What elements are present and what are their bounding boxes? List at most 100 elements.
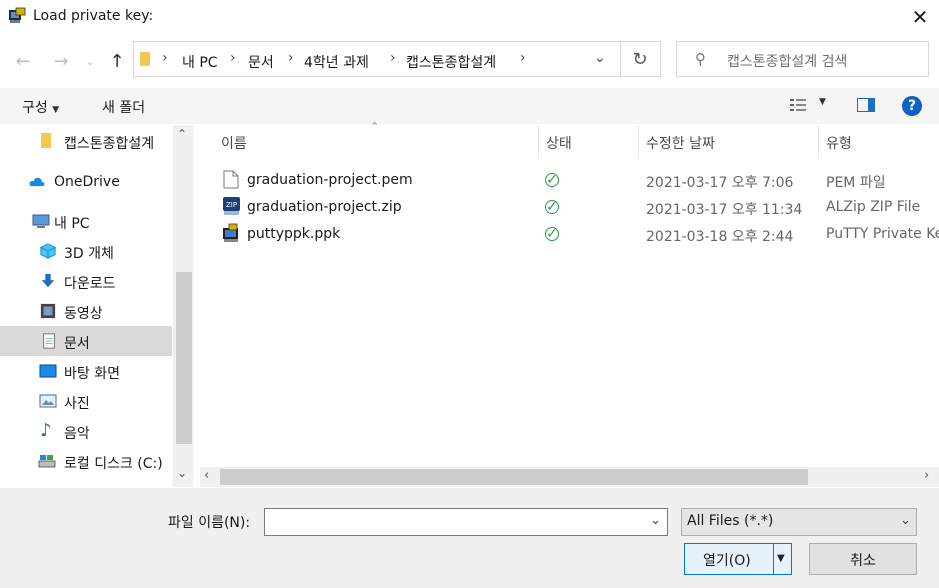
nav-item-3d-objects[interactable]: 3D 개체 (0, 236, 172, 266)
search-placeholder: 캡스톤종합설계 검색 (727, 54, 848, 70)
column-header-modified[interactable]: 수정한 날짜 (646, 133, 715, 153)
open-button[interactable]: 열기(O) ▼ (684, 543, 792, 575)
arrow-right-icon: → (53, 50, 69, 72)
sync-ok-icon: ✓ (545, 199, 559, 215)
window-title: Load private key: (33, 8, 154, 24)
svg-text:ZIP: ZIP (226, 201, 237, 209)
pictures-icon (39, 394, 57, 408)
new-folder-button[interactable]: 새 폴더 (102, 97, 145, 117)
file-icon (223, 170, 239, 189)
document-icon (43, 333, 55, 349)
breadcrumb-separator-icon: › (230, 50, 236, 66)
chevron-down-icon: ⌄ (900, 513, 911, 528)
nav-scrollbar-thumb[interactable] (176, 272, 192, 444)
refresh-icon: ↻ (632, 48, 648, 70)
arrow-up-icon: ↑ (109, 50, 125, 72)
navigation-pane: 캡스톤종합설계 OneDrive 내 PC 3D 개체 다운로드 동영상 문서 … (0, 125, 193, 487)
column-header-name[interactable]: 이름 (221, 133, 247, 153)
cloud-icon (29, 177, 45, 187)
breadcrumb-separator-icon: › (288, 50, 294, 66)
file-type-filter[interactable]: All Files (*.*) ⌄ (681, 508, 917, 536)
sync-ok-icon: ✓ (545, 226, 559, 242)
music-icon: ♪ (40, 420, 52, 441)
recent-locations-button[interactable]: ⌄ (80, 48, 100, 74)
nav-item-documents[interactable]: 문서 (0, 326, 172, 356)
nav-item-desktop[interactable]: 바탕 화면 (0, 356, 172, 386)
caret-down-icon: ▼ (52, 105, 60, 115)
help-button[interactable]: ? (902, 96, 922, 116)
organize-label: 구성 (22, 100, 48, 116)
split-divider (773, 544, 774, 574)
breadcrumb-item[interactable]: 4학년 과제 (304, 52, 369, 72)
address-dropdown-icon[interactable]: ⌄ (594, 50, 606, 66)
column-header-type[interactable]: 유형 (826, 133, 852, 153)
scroll-up-icon[interactable]: ⌃ (177, 127, 187, 141)
nav-item-downloads[interactable]: 다운로드 (0, 266, 172, 296)
sync-ok-icon: ✓ (545, 172, 559, 188)
breadcrumb-item[interactable]: 문서 (248, 52, 274, 72)
caret-down-icon[interactable]: ▼ (777, 553, 785, 564)
desktop-icon (39, 364, 57, 378)
forward-button[interactable]: → (48, 48, 74, 74)
nav-item-this-pc[interactable]: 내 PC (0, 206, 172, 236)
nav-item-capstone[interactable]: 캡스톤종합설계 (0, 126, 172, 156)
breadcrumb-item[interactable]: 내 PC (182, 52, 218, 72)
file-row[interactable]: ZIP graduation-project.zip ✓ 2021-03-17 … (200, 194, 939, 221)
preview-pane-icon (868, 99, 874, 111)
file-modified: 2021-03-17 오후 11:34 (646, 202, 803, 218)
close-icon: ✕ (911, 5, 929, 29)
nav-item-pictures[interactable]: 사진 (0, 386, 172, 416)
breadcrumb-item[interactable]: 캡스톤종합설계 (406, 52, 496, 72)
scroll-right-icon[interactable]: › (924, 468, 929, 483)
nav-item-music[interactable]: ♪ 음악 (0, 416, 172, 446)
column-header-status[interactable]: 상태 (546, 133, 572, 153)
cancel-label: 취소 (850, 553, 876, 569)
file-name: graduation-project.pem (247, 172, 413, 188)
search-box[interactable]: ⚲ 캡스톤종합설계 검색 (676, 41, 929, 77)
open-label: 열기(O) (703, 553, 751, 569)
disk-icon (38, 455, 56, 468)
back-button[interactable]: ← (10, 48, 36, 74)
organize-button[interactable]: 구성 ▼ (22, 97, 59, 117)
chevron-down-icon[interactable]: ⌄ (650, 513, 661, 528)
up-button[interactable]: ↑ (104, 48, 130, 74)
sort-ascending-icon: ⌃ (370, 120, 380, 133)
column-divider[interactable] (538, 125, 539, 158)
list-view-icon (790, 99, 806, 111)
chevron-down-icon: ⌄ (85, 54, 95, 68)
horizontal-scrollbar-thumb[interactable] (220, 469, 808, 485)
column-divider[interactable] (818, 125, 819, 158)
nav-item-videos[interactable]: 동영상 (0, 296, 172, 326)
scroll-down-icon[interactable]: ⌄ (177, 466, 187, 480)
file-modified: 2021-03-17 오후 7:06 (646, 175, 794, 191)
nav-item-onedrive[interactable]: OneDrive (0, 167, 172, 197)
file-type: PuTTY Private Ke (826, 226, 939, 242)
file-type: PEM 파일 (826, 175, 886, 191)
pc-icon (32, 214, 50, 228)
file-name: graduation-project.zip (247, 199, 402, 215)
file-modified: 2021-03-18 오후 2:44 (646, 229, 794, 245)
nav-item-local-disk[interactable]: 로컬 디스크 (C:) (0, 446, 172, 476)
scroll-left-icon[interactable]: ‹ (204, 468, 209, 483)
close-button[interactable]: ✕ (904, 2, 936, 32)
preview-pane-button[interactable] (857, 98, 875, 112)
folder-icon (41, 133, 51, 148)
breadcrumb-separator-icon: › (162, 50, 168, 66)
file-row[interactable]: graduation-project.pem ✓ 2021-03-17 오후 7… (200, 167, 939, 194)
zip-icon: ZIP (223, 197, 240, 215)
putty-icon (8, 7, 26, 25)
breadcrumb-separator-icon: › (390, 50, 396, 66)
new-folder-label: 새 폴더 (102, 100, 146, 116)
column-divider[interactable] (638, 125, 639, 158)
refresh-button[interactable]: ↻ (620, 41, 661, 77)
filename-input[interactable]: ⌄ (264, 508, 668, 536)
address-bar[interactable]: › 내 PC › 문서 › 4학년 과제 › 캡스톤종합설계 › ⌄ (133, 41, 621, 77)
file-name: puttyppk.ppk (247, 226, 341, 242)
view-options-button[interactable]: ▼ (789, 97, 826, 115)
bottom-panel (0, 488, 939, 588)
folder-icon (140, 52, 150, 66)
cancel-button[interactable]: 취소 (809, 543, 917, 575)
putty-icon (223, 223, 238, 242)
arrow-left-icon: ← (15, 50, 31, 72)
file-row[interactable]: puttyppk.ppk ✓ 2021-03-18 오후 2:44 PuTTY … (200, 221, 939, 248)
